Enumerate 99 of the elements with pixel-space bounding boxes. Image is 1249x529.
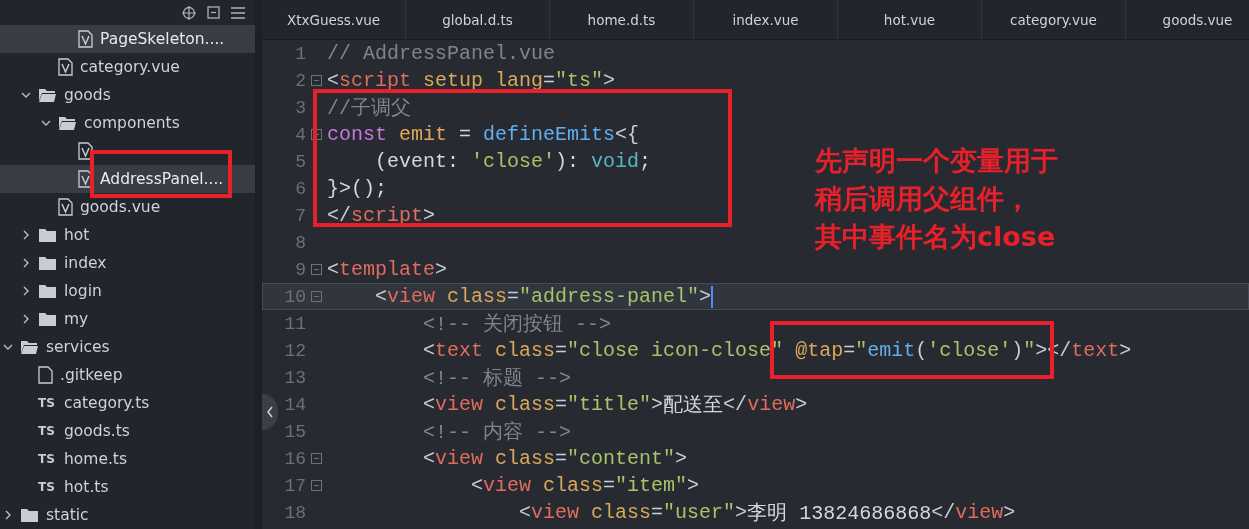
line-number: 2 (294, 70, 306, 91)
chevron-icon (41, 118, 51, 128)
line-number: 12 (283, 340, 306, 361)
tree-item[interactable]: static (0, 501, 255, 529)
collapse-all-icon[interactable] (207, 6, 220, 19)
tree-item[interactable]: TS home.ts (0, 445, 255, 473)
annotation-text: 先声明一个变量用于 (815, 144, 1058, 178)
editor-tab[interactable]: XtxGuess.vue (262, 0, 406, 39)
line-number: 16 (283, 448, 306, 469)
line-number: 11 (283, 313, 306, 334)
file-type-icon: TS (38, 424, 56, 438)
line-number: 7 (294, 205, 306, 226)
code-line: <!-- 关闭按钮 --> (422, 312, 612, 337)
code-line: <view class="user">李明 13824686868</view> (518, 500, 1016, 526)
folder-icon (38, 311, 57, 327)
tree-item[interactable]: services (0, 333, 255, 361)
editor-tab[interactable]: global.d.ts (406, 0, 550, 39)
chevron-left-icon (266, 406, 274, 418)
chevron-icon (21, 258, 31, 268)
line-number: 10 (283, 286, 306, 307)
annotation-text: 稍后调用父组件， (815, 182, 1031, 216)
tree-item[interactable]: category.vue (0, 53, 255, 81)
code-line: <template> (327, 258, 448, 281)
tree-item[interactable]: my (0, 305, 255, 333)
tree-item[interactable]: PageSkeleton.... (0, 25, 255, 53)
line-number: 6 (294, 178, 306, 199)
line-number: 3 (294, 97, 306, 118)
editor-tab[interactable]: hot.vue (838, 0, 982, 39)
code-line: const emit = defineEmits<{ (327, 123, 640, 146)
code-line: // AddressPanel.vue (327, 42, 556, 65)
file-type-icon: TS (38, 480, 56, 494)
line-number: 9 (294, 259, 306, 280)
document-icon (78, 142, 93, 160)
code-line: <view class="title">配送至</view> (422, 392, 808, 418)
tree-item[interactable]: components (0, 109, 255, 137)
code-line: </script> (327, 204, 436, 227)
chevron-icon (21, 314, 31, 324)
tree-item[interactable]: TS hot.ts (0, 473, 255, 501)
tree-item[interactable]: TS category.ts (0, 389, 255, 417)
code-line: (event: 'close'): void; (374, 150, 652, 173)
tree-item[interactable]: hot (0, 221, 255, 249)
document-icon (58, 198, 73, 216)
code-line: <view class="item"> (470, 474, 700, 497)
fold-icon[interactable] (311, 264, 322, 275)
folder-icon (38, 227, 57, 243)
line-number: 17 (283, 475, 306, 496)
file-type-icon: TS (38, 396, 56, 410)
line-number: 18 (283, 502, 306, 523)
chevron-icon (21, 286, 31, 296)
line-number: 1 (294, 43, 306, 64)
code-line: <script setup lang="ts"> (327, 69, 616, 92)
tree-item[interactable]: goods.vue (0, 193, 255, 221)
folder-icon (38, 87, 57, 103)
file-type-icon: TS (38, 452, 56, 466)
tree-item[interactable]: login (0, 277, 255, 305)
collapse-sidebar-handle[interactable] (262, 394, 278, 430)
fold-icon[interactable] (311, 129, 322, 140)
editor-tab[interactable]: index.vue (694, 0, 838, 39)
folder-icon (58, 115, 77, 131)
tree-item[interactable]: index (0, 249, 255, 277)
document-icon (78, 30, 93, 48)
menu-icon[interactable] (231, 6, 245, 19)
chevron-icon (3, 342, 13, 352)
editor-tab[interactable]: home.d.ts (550, 0, 694, 39)
chevron-icon (21, 90, 31, 100)
chevron-icon (3, 510, 13, 520)
code-line: <!-- 内容 --> (422, 420, 572, 445)
editor-tab[interactable]: goods.vue (1126, 0, 1249, 39)
folder-icon (20, 339, 39, 355)
blank-file-icon (38, 366, 53, 384)
code-line: }>(); (327, 177, 387, 200)
sidebar-scrollbar[interactable] (255, 0, 262, 529)
tree-item[interactable]: TS goods.ts (0, 417, 255, 445)
fold-icon[interactable] (311, 453, 322, 464)
folder-icon (38, 283, 57, 299)
code-line: <view class="content"> (422, 447, 688, 470)
line-number: 14 (283, 394, 306, 415)
document-icon (58, 58, 73, 76)
line-number: 13 (283, 367, 306, 388)
annotation-text: 其中事件名为close (815, 220, 1056, 254)
document-icon (78, 170, 93, 188)
code-line: <!-- 标题 --> (422, 366, 572, 391)
tree-item[interactable]: AddressPanel.... (0, 165, 255, 193)
line-number: 15 (283, 421, 306, 442)
editor-tab[interactable]: category.vue (982, 0, 1126, 39)
line-number: 4 (294, 124, 306, 145)
folder-icon (20, 507, 39, 523)
tree-item[interactable]: goods (0, 81, 255, 109)
locate-icon[interactable] (182, 5, 196, 20)
fold-icon[interactable] (311, 480, 322, 491)
fold-icon[interactable] (311, 291, 322, 302)
line-number: 8 (294, 232, 306, 253)
fold-icon[interactable] (311, 75, 322, 86)
code-line: //子调父 (327, 96, 411, 121)
tree-item[interactable]: .gitkeep (0, 361, 255, 389)
folder-icon (38, 255, 57, 271)
chevron-icon (21, 230, 31, 240)
line-number: 5 (294, 151, 306, 172)
code-line: <view class="address-panel"> (374, 285, 714, 308)
